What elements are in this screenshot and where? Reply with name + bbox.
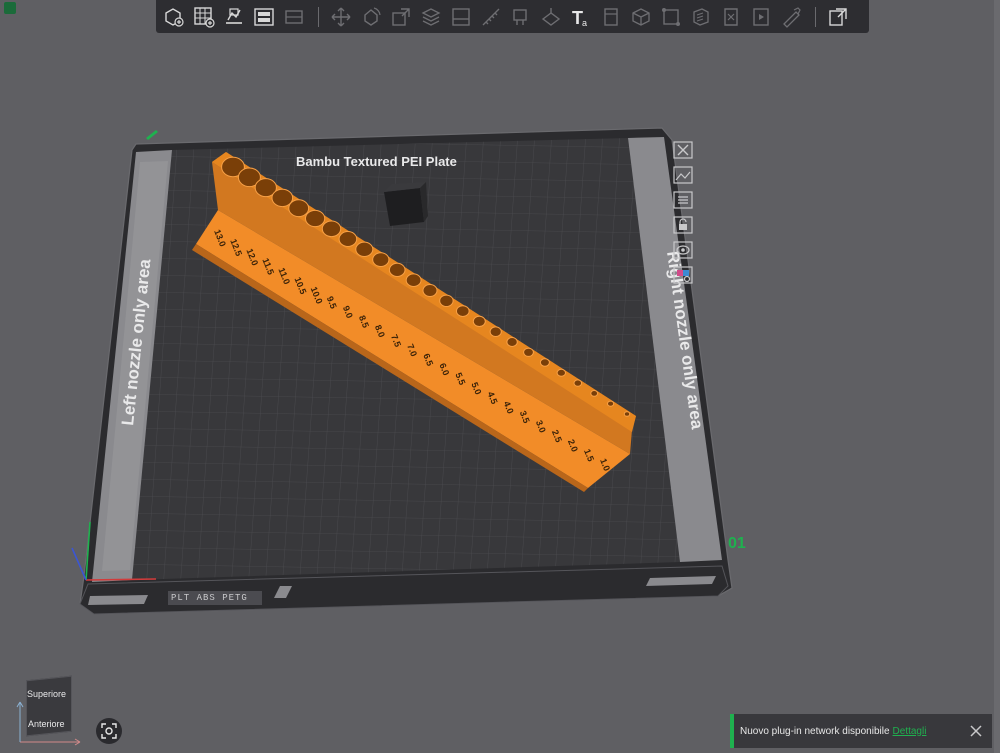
zoom-to-fit-button[interactable] (96, 718, 122, 744)
3d-viewport[interactable]: Left nozzle only area Right nozzle only … (0, 0, 1000, 753)
gauge-hole (573, 379, 583, 387)
filament-type-label: PLT ABS PETG (168, 591, 262, 605)
lock-icon[interactable] (671, 214, 695, 236)
notification-message: Nuovo plug-in network disponibile (740, 725, 890, 737)
gauge-hole (623, 411, 631, 417)
gauge-hole (506, 337, 518, 347)
gauge-hole (372, 252, 390, 268)
gauge-hole (523, 347, 534, 357)
gauge-hole (321, 220, 342, 238)
gauge-hole (607, 400, 615, 407)
gauge-hole (539, 358, 550, 367)
gauge-hole (388, 262, 406, 277)
plate-title: Bambu Textured PEI Plate (296, 154, 457, 169)
gauge-hole (439, 294, 454, 307)
plate-toolbar (671, 139, 697, 289)
view-cube-axes (16, 701, 81, 746)
gauge-hole (590, 390, 599, 397)
gauge-hole (489, 326, 502, 338)
gauge-hole (288, 199, 310, 218)
gauge-hole (405, 273, 422, 288)
eye-icon[interactable] (671, 239, 695, 261)
window-edge (994, 0, 1000, 753)
plate-edit-icon (146, 130, 158, 140)
gauge-hole (305, 209, 326, 228)
focus-icon (101, 723, 117, 739)
notification-toast: Nuovo plug-in network disponibile Dettag… (730, 714, 992, 748)
gauge-hole (338, 231, 358, 247)
plate-number: 01 (728, 535, 746, 552)
close-icon[interactable] (671, 139, 695, 161)
view-cube[interactable]: Superiore Anteriore (16, 675, 81, 746)
gauge-hole (422, 284, 438, 297)
notification-details-link[interactable]: Dettagli (893, 726, 927, 737)
gauge-hole (472, 315, 486, 327)
close-icon (970, 725, 982, 737)
notification-close-button[interactable] (965, 720, 987, 742)
gauge-hole (355, 241, 374, 258)
gauge-hole (456, 305, 470, 318)
image-icon[interactable] (671, 164, 695, 186)
gauge-hole (556, 368, 566, 377)
list-icon[interactable] (671, 189, 695, 211)
small-cube-object (384, 182, 428, 226)
settings-icon[interactable] (671, 264, 695, 286)
